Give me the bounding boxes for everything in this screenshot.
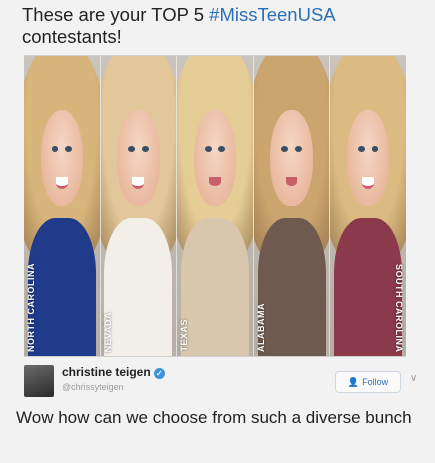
hashtag-link[interactable]: #MissTeenUSA: [209, 4, 334, 25]
headline-suffix: contestants!: [22, 26, 122, 47]
follow-label: Follow: [362, 377, 389, 387]
contestant-dress: [104, 218, 173, 356]
state-label: NEVADA: [102, 311, 113, 352]
contestants-photo[interactable]: NORTH CAROLINA NEVADA TEXAS ALABAMA SOUTH CA…: [24, 55, 406, 357]
contestant-strip: SOUTH CAROLINA: [330, 56, 406, 356]
contestant-mouth: [132, 177, 145, 189]
contestant-mouth: [362, 177, 375, 189]
add-person-icon: 👤: [347, 377, 360, 387]
contestant-eye: [358, 146, 365, 153]
author-name-row[interactable]: christine teigen ✓: [62, 365, 165, 379]
contestant-face: [117, 110, 160, 206]
contestant-eye: [128, 146, 135, 153]
tweet-text: Wow how can we choose from such a divers…: [16, 408, 412, 427]
contestant-face: [270, 110, 313, 206]
contestant-eye: [141, 146, 149, 153]
verified-badge-icon: ✓: [153, 368, 165, 379]
contestant-face: [40, 110, 83, 206]
contestant-eye: [51, 146, 59, 153]
contestant-eye: [204, 146, 212, 153]
tweet-author: christine teigen ✓ @chrissyteigen 👤 Follow…: [24, 363, 417, 403]
contestant-mouth: [55, 177, 68, 189]
contestant-eye: [371, 146, 379, 153]
headline-text: These are your TOP 5 #MissTeenUSA contes…: [22, 4, 422, 48]
contestant-strip: NEVADA: [100, 56, 178, 356]
contestant-eye: [65, 146, 72, 153]
contestant-mouth: [209, 177, 221, 186]
avatar[interactable]: [24, 365, 54, 397]
state-label: SOUTH CAROLINA: [393, 263, 404, 353]
chevron-down-icon[interactable]: ∨: [410, 373, 417, 384]
author-name[interactable]: christine teigen: [62, 365, 151, 379]
headline-prefix: These are your TOP 5: [22, 4, 210, 25]
state-label: ALABAMA: [255, 303, 266, 352]
contestant-face: [193, 110, 237, 206]
state-label: TEXAS: [179, 319, 190, 352]
contestant-eye: [294, 146, 302, 153]
contestant-eye: [218, 146, 226, 153]
author-handle[interactable]: @chrissyteigen: [62, 382, 124, 392]
contestant-strip: ALABAMA: [253, 56, 331, 356]
contestant-strip: NORTH CAROLINA: [24, 56, 101, 356]
contestant-dress: [180, 218, 250, 356]
follow-button[interactable]: 👤 Follow: [335, 371, 401, 393]
contestant-face: [347, 110, 390, 206]
contestant-dress: [27, 218, 96, 356]
contestant-mouth: [285, 177, 298, 186]
state-label: NORTH CAROLINA: [26, 263, 36, 352]
contestant-dress: [334, 218, 403, 356]
contestant-dress: [257, 218, 326, 356]
contestant-eye: [281, 146, 289, 153]
contestant-strip: TEXAS: [177, 56, 254, 356]
